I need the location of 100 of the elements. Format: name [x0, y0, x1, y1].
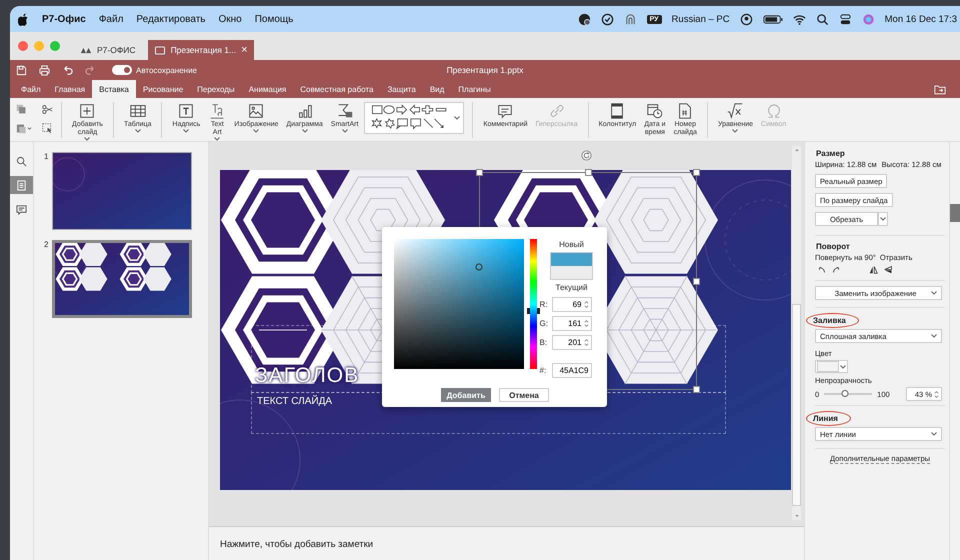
folder-icon[interactable]	[934, 84, 946, 94]
slide-text: ТЕКСТ СЛАЙДА	[257, 396, 332, 407]
battery-icon[interactable]	[762, 12, 783, 26]
logo-icon	[80, 46, 92, 54]
image-icon	[247, 102, 266, 120]
spinner-icon	[934, 390, 939, 398]
add-slide-icon	[78, 102, 96, 120]
hue-thumb[interactable]	[527, 308, 540, 314]
document-title: Презентация 1.pptx	[446, 65, 524, 75]
tab-label: Презентация 1...	[170, 45, 236, 55]
close-tab-button[interactable]: ×	[241, 44, 248, 56]
current-color-swatch	[551, 266, 592, 279]
ribbon-tab[interactable]: Совместная работа	[293, 80, 380, 98]
crop-dropdown-button[interactable]	[878, 212, 888, 226]
clock[interactable]: Mon 16 Dec 17:3	[884, 14, 957, 24]
ribbon-tab[interactable]: Плагины	[451, 80, 498, 98]
section-heading: Линия	[807, 412, 850, 425]
channel-field[interactable]: 161	[552, 316, 592, 331]
text-box-icon	[177, 102, 196, 120]
ribbon-tab[interactable]: Рисование	[136, 80, 190, 98]
autosave-label: Автосохранение	[136, 66, 197, 74]
caret-icon	[840, 364, 846, 368]
status-icon[interactable]	[578, 12, 591, 26]
rotate-right-icon[interactable]	[832, 265, 841, 274]
flip-vertical-icon[interactable]	[884, 265, 893, 274]
slide-thumbnail[interactable]	[52, 240, 192, 318]
user-icon[interactable]	[740, 12, 753, 26]
select-icon[interactable]	[42, 122, 53, 134]
control-center-icon[interactable]	[838, 12, 852, 26]
arch-icon[interactable]	[624, 12, 637, 26]
ribbon-tab[interactable]: Вставка	[92, 80, 136, 98]
ribbon-tab[interactable]: Защита	[380, 80, 423, 98]
channel-label: R:	[540, 300, 548, 309]
slide-number: 2	[44, 240, 48, 251]
new-label: Новый	[559, 239, 584, 250]
shape-gallery[interactable]	[364, 102, 464, 134]
slider-thumb[interactable]	[841, 390, 848, 397]
menu-item[interactable]: Редактировать	[136, 14, 206, 24]
menu-item[interactable]: Окно	[218, 14, 242, 24]
square-root-icon	[726, 102, 744, 120]
search-icon	[16, 156, 27, 166]
menu-item[interactable]: Помощь	[254, 14, 294, 24]
add-button[interactable]: Добавить	[441, 388, 491, 402]
caret-icon	[931, 334, 937, 338]
spinner-icon	[584, 300, 588, 309]
channel-label: G:	[540, 319, 549, 328]
tab-label: Р7-ОФИС	[97, 45, 136, 55]
ribbon-tab[interactable]: Главная	[48, 80, 92, 98]
document-icon	[154, 46, 166, 54]
color-field[interactable]	[394, 239, 524, 369]
document-tab[interactable]: Р7-ОФИС	[74, 40, 142, 60]
caret-icon	[931, 432, 937, 436]
search-icon[interactable]	[816, 12, 829, 26]
ribbon-tab[interactable]: Вид	[422, 80, 452, 98]
smartart-icon	[336, 102, 354, 120]
check-circle-icon[interactable]	[600, 12, 614, 26]
slides-button[interactable]	[10, 176, 33, 194]
cut-icon[interactable]	[42, 104, 53, 114]
current-label: Текущий	[556, 282, 588, 293]
spinner-icon	[584, 338, 588, 347]
slide-thumbnail[interactable]	[52, 152, 192, 230]
caret-icon	[880, 217, 886, 221]
menu-item[interactable]: Файл	[98, 14, 124, 24]
slide-number: 1	[44, 152, 48, 163]
caret-icon	[454, 116, 460, 120]
apple-icon[interactable]	[18, 12, 29, 26]
rotate-left-icon[interactable]	[817, 265, 826, 274]
print-icon[interactable]	[39, 64, 50, 76]
copy-icon[interactable]	[16, 104, 27, 114]
autosave-toggle[interactable]	[112, 65, 132, 75]
rotate-handle[interactable]	[581, 150, 592, 161]
hue-slider[interactable]	[530, 239, 537, 369]
save-icon[interactable]	[16, 64, 27, 76]
channel-field[interactable]: 201	[552, 335, 592, 350]
hex-label: #:	[540, 366, 548, 375]
spinner-icon	[584, 319, 588, 328]
ribbon-tab[interactable]: Анимация	[242, 80, 294, 98]
section-heading: Заливка	[807, 314, 858, 327]
cancel-button[interactable]: Отмена	[499, 388, 549, 402]
app-name[interactable]: Р7-Офис	[42, 14, 86, 24]
ribbon-tab[interactable]: Переходы	[190, 80, 242, 98]
wifi-icon[interactable]	[792, 12, 806, 26]
document-tab[interactable]: Презентация 1... ×	[148, 40, 254, 60]
channel-field[interactable]: 69	[552, 297, 592, 312]
calendar-clock-icon	[646, 102, 664, 120]
hex-field[interactable]: 45A1C9	[552, 363, 592, 378]
section-heading: Поворот	[815, 242, 851, 251]
paste-icon[interactable]	[16, 122, 32, 134]
channel-label: B:	[540, 338, 548, 347]
section-heading: Размер	[815, 149, 846, 158]
caret-icon	[931, 291, 937, 295]
slides-icon	[16, 180, 27, 190]
keyboard-layout[interactable]: Russian – PC	[672, 14, 730, 24]
undo-icon[interactable]	[62, 64, 73, 76]
color-cursor[interactable]	[476, 263, 483, 270]
ribbon-tab[interactable]: Файл	[14, 80, 48, 98]
color-dropdown[interactable]	[815, 360, 848, 373]
text-art-icon	[208, 102, 226, 120]
comment-icon	[16, 204, 27, 214]
flip-horizontal-icon[interactable]	[869, 265, 878, 274]
